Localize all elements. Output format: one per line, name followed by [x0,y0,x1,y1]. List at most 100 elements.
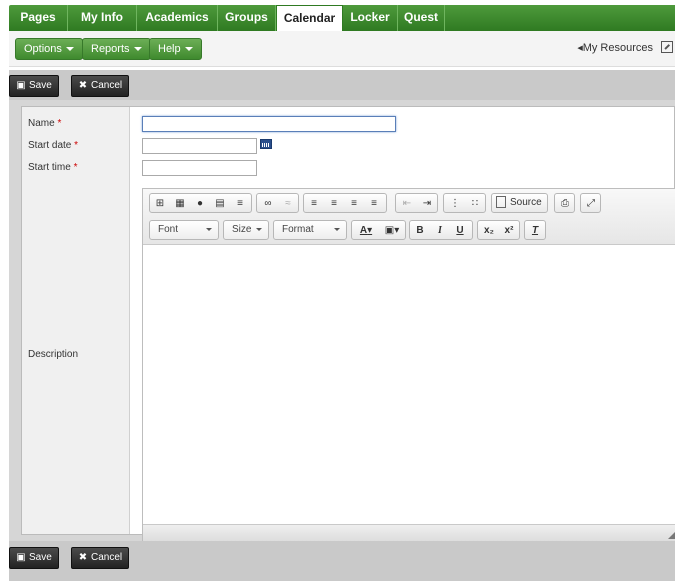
page-icon[interactable]: ▤ [212,196,228,212]
background-color-button[interactable]: ▣▾ [380,223,404,239]
name-label-text: Name [28,118,55,129]
options-label: Options [24,43,62,55]
underline-button[interactable]: U [452,223,468,239]
link-icon[interactable]: ∞ [260,196,276,212]
size-combo[interactable]: Size [223,220,269,240]
print-icon[interactable]: ⎙ [557,196,573,212]
start-date-label: Start date * [28,140,78,151]
description-label: Description [28,349,79,360]
top-action-bar: ▣ Save ✖ Cancel [9,70,675,102]
remove-format-icon[interactable]: T [527,223,543,239]
font-combo[interactable]: Font [149,220,219,240]
help-label: Help [158,43,181,55]
table-icon[interactable]: ⊞ [152,196,168,212]
tab-academics[interactable]: Academics [137,5,218,31]
image-icon[interactable]: ▦ [172,196,188,212]
format-combo[interactable]: Format [273,220,347,240]
save-label: Save [29,80,52,91]
options-toolbar: Options Reports Help ◀My Resources [9,31,675,67]
maximize-icon[interactable]: ⤢ [583,196,599,212]
script-group: x₂ x² [477,220,520,240]
subscript-icon[interactable]: x₂ [481,223,497,239]
chevron-down-icon [256,228,262,231]
start-time-input[interactable] [142,160,257,176]
source-button[interactable]: Source [491,193,548,213]
text-color-button[interactable]: A▾ [354,223,378,239]
bottom-action-bar: ▣ Save ✖ Cancel [9,541,675,581]
start-time-label: Start time * [28,162,77,173]
required-marker: * [74,140,79,151]
link-group: ∞ ≈ [256,193,299,213]
required-marker: * [73,162,78,173]
cancel-label: Cancel [91,80,123,91]
text-color-label: A [359,225,368,236]
text-style-group: B I U [409,220,473,240]
reports-label: Reports [91,43,130,55]
tab-strip: Pages My Info Academics Groups Calendar … [9,5,675,32]
floppy-disk-icon: ▣ [16,552,26,563]
help-button[interactable]: Help [149,38,202,60]
save-label: Save [29,552,52,563]
chevron-down-icon [184,47,193,52]
size-label: Size [232,224,252,235]
form-frame: Name * Start date * Start time * Descrip… [9,100,675,543]
start-date-input[interactable] [142,138,257,154]
editor-toolbar: ⊞ ▦ ● ▤ ≡ ∞ ≈ ≡ ≡ ≡ ≡ ⇤ ⇥ ⋮ ∷ Source ⎙ ⤢… [143,189,675,245]
superscript-icon[interactable]: x² [501,223,517,239]
align-center-icon[interactable]: ≡ [326,196,342,212]
description-editor: ⊞ ▦ ● ▤ ≡ ∞ ≈ ≡ ≡ ≡ ≡ ⇤ ⇥ ⋮ ∷ Source ⎙ ⤢… [142,188,675,543]
tab-my-info[interactable]: My Info [68,5,137,31]
cancel-button[interactable]: ✖ Cancel [71,75,130,97]
unlink-icon[interactable]: ≈ [280,196,296,212]
flash-icon[interactable]: ● [192,196,208,212]
indent-group: ⇤ ⇥ [395,193,438,213]
chevron-down-icon [206,228,212,231]
tab-groups[interactable]: Groups [218,5,276,31]
color-group: A▾ ▣▾ [351,220,406,240]
font-label: Font [158,224,179,235]
start-time-label-text: Start time [28,162,71,173]
tab-calendar[interactable]: Calendar [276,5,343,32]
close-icon: ✖ [78,552,88,563]
list-group: ⋮ ∷ [443,193,486,213]
save-button[interactable]: ▣ Save [9,75,59,97]
tab-locker[interactable]: Locker [343,5,398,31]
floppy-disk-icon: ▣ [16,80,26,91]
chevron-down-icon [65,47,74,52]
source-icon [496,196,506,208]
bold-button[interactable]: B [412,223,428,239]
event-form: Name * Start date * Start time * Descrip… [21,106,675,543]
chevron-down-icon [334,228,340,231]
clear-format-group: T [524,220,546,240]
calendar-icon[interactable] [260,139,272,149]
external-link-icon[interactable] [661,41,673,53]
indent-icon[interactable]: ⇥ [419,196,435,212]
cancel-label: Cancel [91,552,123,563]
required-marker: * [57,118,62,129]
align-left-icon[interactable]: ≡ [306,196,322,212]
my-resources-label: My Resources [582,42,653,54]
editor-statusbar [143,524,675,542]
my-resources-link[interactable]: ◀My Resources [577,42,653,54]
start-date-label-text: Start date [28,140,72,151]
tab-quest[interactable]: Quest [398,5,445,31]
tab-pages[interactable]: Pages [9,5,68,31]
label-column: Name * Start date * Start time * Descrip… [22,107,130,534]
name-label: Name * [28,118,61,129]
format-label: Format [282,224,314,235]
cancel-button[interactable]: ✖ Cancel [71,547,130,569]
options-button[interactable]: Options [15,38,83,60]
horizontal-rule-icon[interactable]: ≡ [232,196,248,212]
name-input[interactable] [142,116,396,132]
align-right-icon[interactable]: ≡ [346,196,362,212]
save-button[interactable]: ▣ Save [9,547,59,569]
bulleted-list-icon[interactable]: ∷ [467,196,483,212]
numbered-list-icon[interactable]: ⋮ [447,196,463,212]
insert-group: ⊞ ▦ ● ▤ ≡ [149,193,252,213]
editor-content-area[interactable] [143,246,675,506]
italic-button[interactable]: I [432,223,448,239]
resize-handle-icon[interactable] [668,532,675,539]
align-justify-icon[interactable]: ≡ [366,196,382,212]
outdent-icon[interactable]: ⇤ [399,196,415,212]
reports-button[interactable]: Reports [82,38,151,60]
